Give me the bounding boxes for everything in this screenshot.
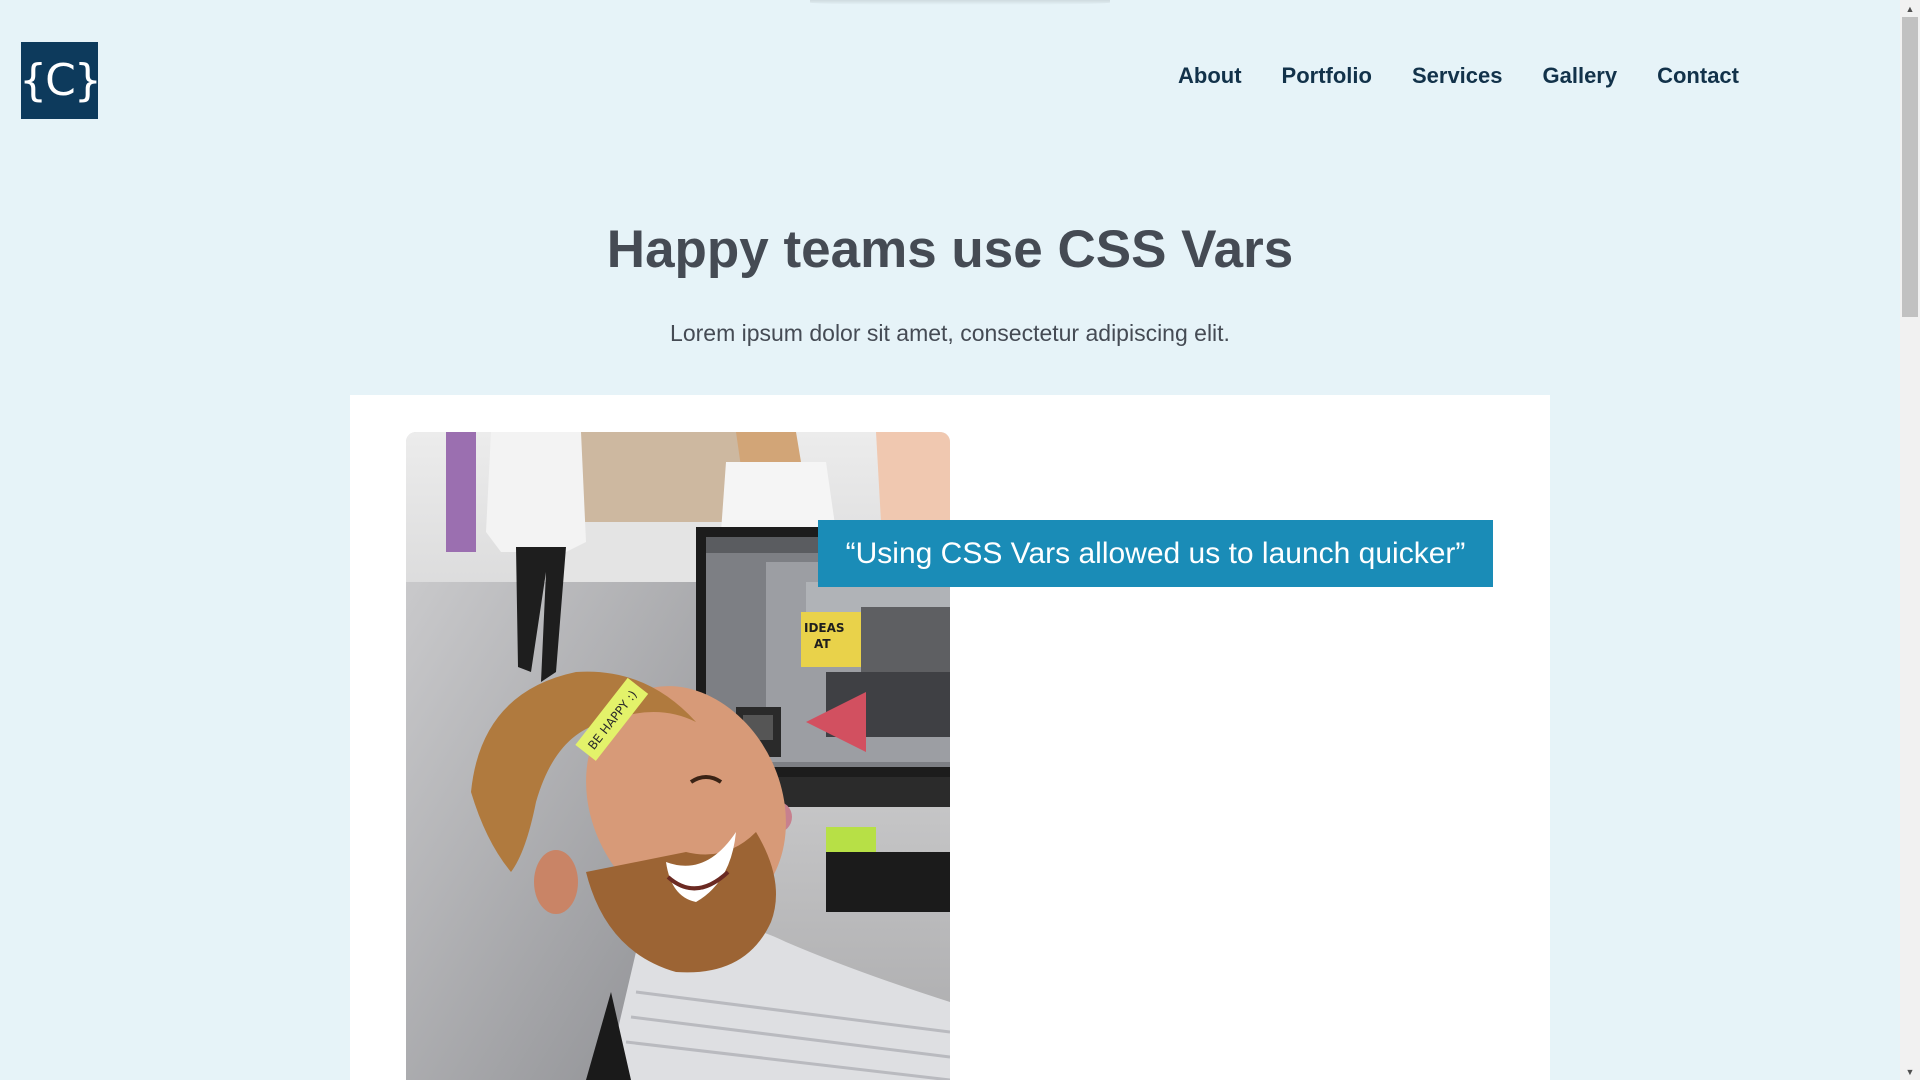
testimonial-quote: “Using CSS Vars allowed us to launch qui… <box>818 520 1493 587</box>
hero-title: Happy teams use CSS Vars <box>606 220 1294 279</box>
nav-link-contact[interactable]: Contact <box>1657 62 1739 90</box>
logo-text: {C} <box>19 55 102 106</box>
nav-link-about[interactable]: About <box>1178 62 1242 90</box>
nav-link-services[interactable]: Services <box>1412 62 1503 90</box>
poster-text: IDEAS <box>804 621 845 635</box>
main-nav: About Portfolio Services Gallery Contact <box>1178 62 1739 90</box>
triangle-down-icon: ▼ <box>1905 1066 1915 1077</box>
scrollbar-thumb[interactable] <box>1902 17 1918 317</box>
nav-link-portfolio[interactable]: Portfolio <box>1282 62 1372 90</box>
svg-text:AT: AT <box>814 637 831 651</box>
testimonial-card: IDEAS AT BE HAPPY:) “Using CSS Vars all… <box>350 395 1550 1080</box>
triangle-up-icon: ▲ <box>1905 3 1915 14</box>
scroll-up-button[interactable]: ▲ <box>1900 0 1920 17</box>
nav-link-gallery[interactable]: Gallery <box>1543 62 1618 90</box>
vertical-scrollbar[interactable]: ▲ ▼ <box>1900 0 1920 1080</box>
hero-subtitle: Lorem ipsum dolor sit amet, consectetur … <box>670 320 1230 346</box>
scroll-down-button[interactable]: ▼ <box>1900 1063 1920 1080</box>
top-shadow <box>810 0 1110 5</box>
site-logo[interactable]: {C} <box>19 42 102 119</box>
page: {C} About Portfolio Services Gallery Con… <box>0 0 1920 1080</box>
